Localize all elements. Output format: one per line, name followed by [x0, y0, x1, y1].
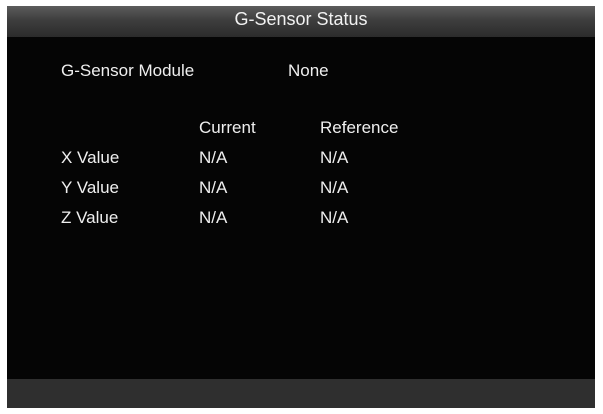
g-sensor-status-screen: G-Sensor Status G-Sensor Module None Cur…: [7, 6, 595, 408]
row-current-y: N/A: [199, 178, 228, 197]
status-panel: G-Sensor Module None Current Reference X…: [7, 37, 595, 379]
module-label: G-Sensor Module: [61, 61, 195, 80]
row-current-x: N/A: [199, 148, 228, 167]
row-label-x: X Value: [61, 148, 120, 167]
bottom-bar: [7, 379, 595, 408]
row-current-z: N/A: [199, 208, 228, 227]
header-current: Current: [199, 118, 256, 137]
row-reference-z: N/A: [320, 208, 349, 227]
header-reference: Reference: [320, 118, 399, 137]
window-title: G-Sensor Status: [234, 9, 368, 29]
row-reference-y: N/A: [320, 178, 349, 197]
title-bar: G-Sensor Status: [7, 6, 595, 37]
row-label-y: Y Value: [61, 178, 119, 197]
row-reference-x: N/A: [320, 148, 349, 167]
module-value: None: [288, 61, 329, 80]
row-label-z: Z Value: [61, 208, 119, 227]
